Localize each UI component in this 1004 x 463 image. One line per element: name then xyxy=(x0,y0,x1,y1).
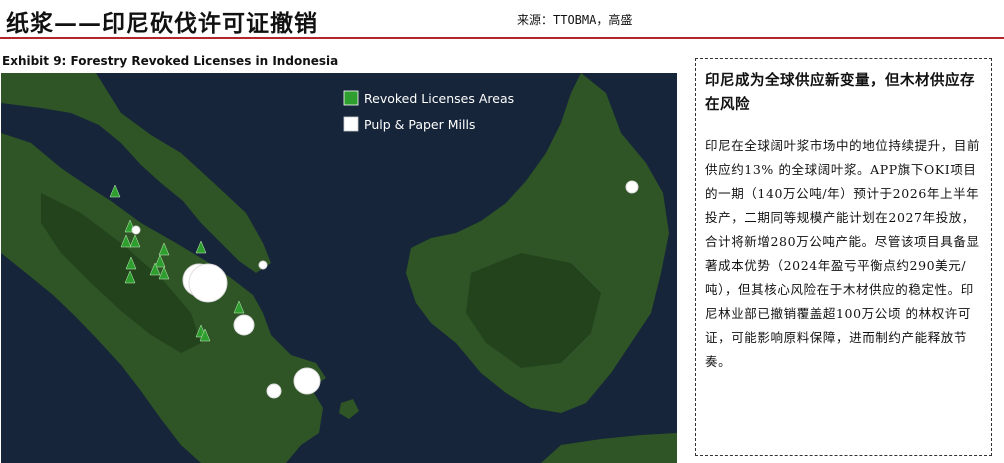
exhibit-title: Exhibit 9: Forestry Revoked Licenses in … xyxy=(2,54,339,68)
source-note: 来源：TTOBMA，高盛 xyxy=(517,13,633,27)
pulp-mill xyxy=(188,263,228,303)
legend-revoked-swatch xyxy=(343,90,359,106)
pulp-mill xyxy=(625,180,639,194)
map-canvas: Revoked Licenses Areas Pulp & Paper Mill… xyxy=(1,73,677,463)
pulp-mill xyxy=(131,225,141,235)
header-divider xyxy=(0,37,1004,39)
commentary-panel: 印尼成为全球供应新变量，但木材供应存在风险 印尼在全球阔叶浆市场中的地位持续提升… xyxy=(695,58,992,456)
commentary-heading: 印尼成为全球供应新变量，但木材供应存在风险 xyxy=(705,72,975,113)
pulp-mill xyxy=(258,260,268,270)
legend-mills-swatch xyxy=(343,116,359,132)
commentary-body: 印尼在全球阔叶浆市场中的地位持续提升，目前供应约13% 的全球阔叶浆。APP旗下… xyxy=(705,138,981,369)
pulp-mill xyxy=(266,383,282,399)
forestry-map: Revoked Licenses Areas Pulp & Paper Mill… xyxy=(1,73,677,463)
pulp-mill xyxy=(293,367,321,395)
legend-mills-label: Pulp & Paper Mills xyxy=(364,117,475,132)
legend-revoked-label: Revoked Licenses Areas xyxy=(364,91,514,106)
page-title: 纸浆——印尼砍伐许可证撤销 xyxy=(6,10,318,37)
pulp-mill xyxy=(233,314,255,336)
